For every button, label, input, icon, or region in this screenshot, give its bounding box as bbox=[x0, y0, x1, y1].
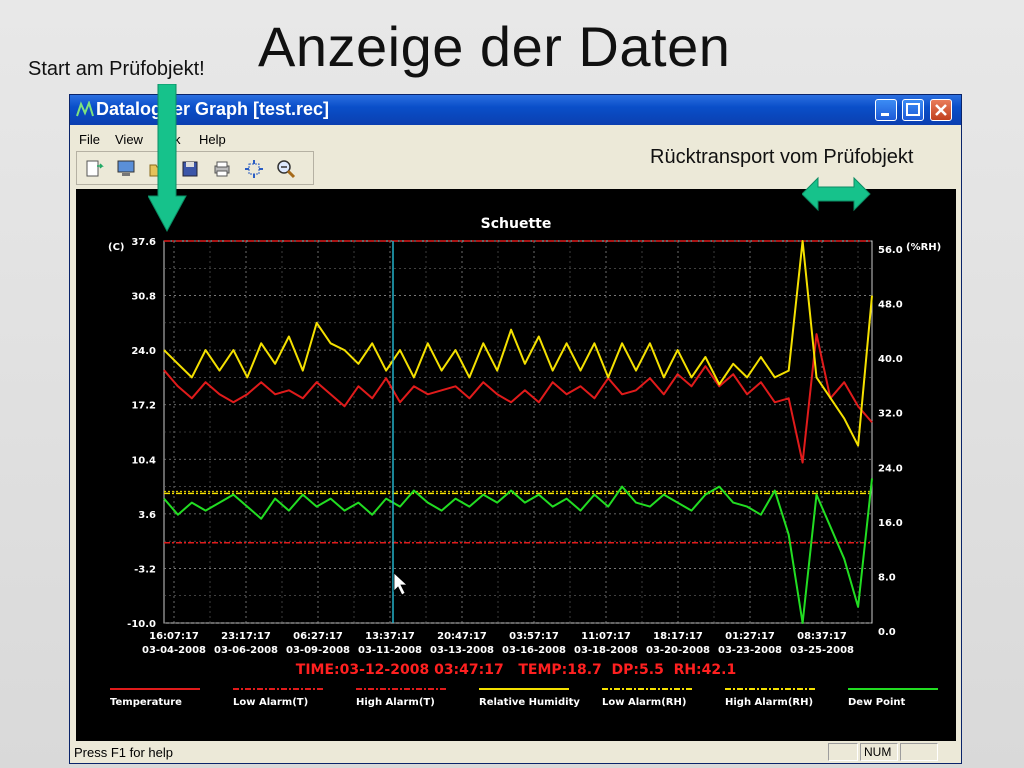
legend-label: High Alarm(T) bbox=[356, 697, 435, 708]
x-tick-time-label: 06:27:17 bbox=[293, 631, 343, 642]
print-icon[interactable] bbox=[211, 158, 233, 180]
menu-help[interactable]: Help bbox=[199, 132, 226, 147]
legend-label: Temperature bbox=[110, 697, 182, 708]
new-file-icon[interactable] bbox=[83, 158, 105, 180]
toolbar bbox=[76, 151, 314, 185]
status-pane bbox=[828, 743, 858, 761]
x-tick-date-label: 03-13-2008 bbox=[430, 645, 494, 656]
x-tick-date-label: 03-16-2008 bbox=[502, 645, 566, 656]
status-bar: Press F1 for help NUM bbox=[70, 742, 961, 763]
data-readout: TIME:03-12-2008 03:47:17 TEMP:18.7 DP:5.… bbox=[296, 662, 736, 678]
mouse-pointer-icon bbox=[393, 572, 409, 596]
series-temperature bbox=[163, 333, 873, 464]
x-tick-date-label: 03-04-2008 bbox=[142, 645, 206, 656]
y-left-tick-label: 3.6 bbox=[138, 510, 156, 521]
x-tick-time-label: 08:37:17 bbox=[797, 631, 847, 642]
minimize-button[interactable] bbox=[875, 99, 897, 121]
x-tick-date-label: 03-09-2008 bbox=[286, 645, 350, 656]
y-right-tick-label: 8.0 bbox=[878, 572, 896, 583]
legend-label: Dew Point bbox=[848, 697, 906, 708]
x-tick-time-label: 13:37:17 bbox=[365, 631, 415, 642]
slide-title: Anzeige der Daten bbox=[258, 15, 731, 78]
series-relative-humidity bbox=[163, 240, 873, 447]
window-title: Datalogger Graph [test.rec] bbox=[96, 99, 330, 119]
x-tick-time-label: 11:07:17 bbox=[581, 631, 631, 642]
fit-view-icon[interactable] bbox=[243, 158, 265, 180]
y-left-tick-label: 24.0 bbox=[131, 346, 156, 357]
y-right-tick-label: 0.0 bbox=[878, 627, 896, 638]
x-tick-date-label: 03-18-2008 bbox=[574, 645, 638, 656]
legend-label: High Alarm(RH) bbox=[725, 697, 813, 708]
y-right-tick-label: 16.0 bbox=[878, 518, 903, 529]
x-tick-date-label: 03-25-2008 bbox=[790, 645, 854, 656]
title-bar[interactable]: Datalogger Graph [test.rec] bbox=[70, 95, 961, 125]
y-right-tick-label: 40.0 bbox=[878, 354, 903, 365]
y-right-tick-label: 56.0 bbox=[878, 245, 903, 256]
menu-view[interactable]: View bbox=[115, 132, 143, 147]
menu-file[interactable]: File bbox=[79, 132, 100, 147]
x-tick-time-label: 20:47:17 bbox=[437, 631, 487, 642]
x-tick-time-label: 16:07:17 bbox=[149, 631, 199, 642]
legend-label: Low Alarm(RH) bbox=[602, 697, 686, 708]
y-left-tick-label: -10.0 bbox=[127, 619, 156, 630]
x-tick-date-label: 03-23-2008 bbox=[718, 645, 782, 656]
app-logo-icon bbox=[76, 101, 94, 117]
graph-area[interactable]: Schuette (C) (%RH) 37.6 30.8 24.0 17.2 10.4 3… bbox=[76, 189, 956, 741]
status-pane bbox=[900, 743, 938, 761]
monitor-icon[interactable] bbox=[115, 158, 137, 180]
status-help-text: Press F1 for help bbox=[74, 745, 173, 760]
maximize-button[interactable] bbox=[902, 99, 924, 121]
legend-label: Low Alarm(T) bbox=[233, 697, 308, 708]
y-left-tick-label: 17.2 bbox=[131, 401, 156, 412]
legend-label: Relative Humidity bbox=[479, 697, 580, 708]
start-note: Start am Prüfobjekt! bbox=[28, 58, 205, 80]
close-icon bbox=[935, 104, 947, 116]
x-tick-time-label: 01:27:17 bbox=[725, 631, 775, 642]
x-tick-date-label: 03-20-2008 bbox=[646, 645, 710, 656]
x-tick-time-label: 23:17:17 bbox=[221, 631, 271, 642]
x-tick-time-label: 18:17:17 bbox=[653, 631, 703, 642]
series-dew-point bbox=[163, 478, 873, 624]
start-arrow bbox=[148, 84, 187, 233]
x-tick-time-label: 03:57:17 bbox=[509, 631, 559, 642]
y-right-tick-label: 48.0 bbox=[878, 300, 903, 311]
y-right-tick-label: 24.0 bbox=[878, 463, 903, 474]
y-left-axis-label: (C) bbox=[108, 242, 124, 253]
zoom-out-icon[interactable] bbox=[275, 158, 297, 180]
close-button[interactable] bbox=[930, 99, 952, 121]
chart[interactable]: Schuette (C) (%RH) 37.6 30.8 24.0 17.2 10.4 3… bbox=[76, 189, 956, 741]
y-right-tick-label: 32.0 bbox=[878, 409, 903, 420]
y-left-tick-label: 10.4 bbox=[131, 455, 156, 466]
maximize-icon bbox=[906, 103, 920, 116]
minimize-icon bbox=[881, 113, 889, 116]
x-tick-date-label: 03-11-2008 bbox=[358, 645, 422, 656]
return-arrow bbox=[802, 176, 871, 212]
y-left-tick-label: 30.8 bbox=[131, 292, 156, 303]
chart-title: Schuette bbox=[481, 216, 552, 232]
y-left-tick-label: -3.2 bbox=[134, 564, 156, 575]
return-note: Rücktransport vom Prüfobjekt bbox=[650, 146, 914, 168]
x-tick-date-label: 03-06-2008 bbox=[214, 645, 278, 656]
y-left-tick-label: 37.6 bbox=[131, 237, 156, 248]
y-right-axis-label: (%RH) bbox=[906, 242, 941, 253]
status-num-indicator: NUM bbox=[860, 743, 898, 761]
